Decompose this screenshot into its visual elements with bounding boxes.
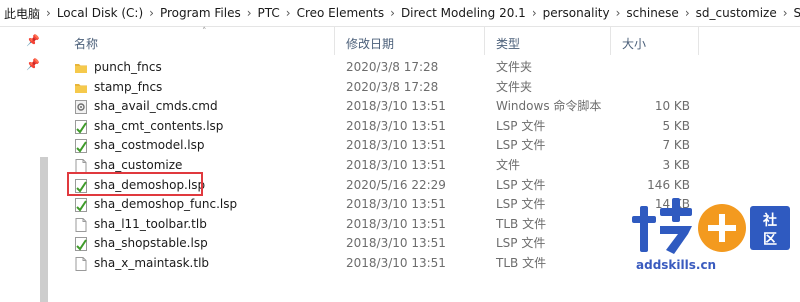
file-row[interactable]: stamp_fncs 2020/3/8 17:28 文件夹 bbox=[62, 78, 800, 98]
file-size: 10 KB bbox=[654, 99, 690, 114]
scrollbar[interactable] bbox=[40, 157, 48, 302]
column-date-header[interactable]: 修改日期 bbox=[346, 35, 394, 52]
file-size: 3 KB bbox=[662, 157, 690, 172]
breadcrumb-item[interactable]: schinese bbox=[623, 6, 681, 20]
breadcrumb-separator-icon[interactable]: › bbox=[780, 6, 791, 20]
breadcrumb-item[interactable]: Local Disk (C:) bbox=[54, 6, 146, 20]
file-name: sha_costmodel.lsp bbox=[94, 138, 205, 153]
file-size: 7 KB bbox=[662, 138, 690, 153]
file-row[interactable]: sha_costmodel.lsp 2018/3/10 13:51 LSP 文件 7 … bbox=[62, 136, 800, 156]
breadcrumb-item[interactable]: SheetAdvisor bbox=[791, 6, 800, 20]
column-divider[interactable] bbox=[334, 27, 335, 55]
file-modified-date: 2020/3/8 17:28 bbox=[346, 60, 439, 74]
breadcrumb-separator-icon[interactable]: › bbox=[146, 6, 157, 20]
column-divider[interactable] bbox=[484, 27, 485, 55]
file-type: 文件 bbox=[496, 157, 521, 172]
column-type-header[interactable]: 类型 bbox=[496, 35, 520, 52]
file-name: sha_avail_cmds.cmd bbox=[94, 99, 218, 114]
file-type: Windows 命令脚本 bbox=[496, 99, 602, 114]
breadcrumb-separator-icon[interactable]: › bbox=[613, 6, 624, 20]
pin-icon[interactable]: 📌 bbox=[26, 35, 40, 47]
breadcrumb-item[interactable]: sd_customize bbox=[693, 6, 780, 20]
lsp-file-icon bbox=[74, 139, 88, 154]
file-size: 5 KB bbox=[662, 118, 690, 133]
file-name: stamp_fncs bbox=[94, 79, 163, 94]
cmd-file-icon bbox=[74, 100, 88, 115]
file-modified-date: 2018/3/10 13:51 bbox=[346, 216, 446, 231]
breadcrumb-separator-icon[interactable]: › bbox=[387, 6, 398, 20]
file-modified-date: 2020/3/8 17:28 bbox=[346, 79, 439, 94]
file-modified-date: 2018/3/10 13:51 bbox=[346, 197, 446, 212]
folder-icon bbox=[74, 81, 88, 95]
file-row[interactable]: sha_cmt_contents.lsp 2018/3/10 13:51 LSP 文… bbox=[62, 117, 800, 137]
file-type: LSP 文件 bbox=[496, 138, 546, 153]
breadcrumb-separator-icon[interactable]: › bbox=[43, 6, 54, 20]
pin-icon[interactable]: 📌 bbox=[26, 59, 40, 71]
file-name: sha_l11_toolbar.tlb bbox=[94, 216, 207, 231]
navigation-pane: 📌 📌 bbox=[0, 27, 48, 302]
breadcrumb-separator-icon[interactable]: › bbox=[529, 6, 540, 20]
generic-file-icon bbox=[74, 256, 88, 271]
breadcrumb-item[interactable]: PTC bbox=[255, 6, 283, 20]
column-divider[interactable] bbox=[610, 27, 611, 55]
file-name: sha_x_maintask.tlb bbox=[94, 255, 210, 270]
file-name: sha_cmt_contents.lsp bbox=[94, 118, 224, 133]
breadcrumb-separator-icon[interactable]: › bbox=[283, 6, 294, 20]
column-name-header[interactable]: 名称 bbox=[74, 35, 98, 52]
lsp-file-icon bbox=[74, 119, 88, 134]
breadcrumb-item[interactable]: Program Files bbox=[157, 6, 244, 20]
column-size-header[interactable]: 大小 bbox=[622, 35, 646, 52]
lsp-file-icon bbox=[74, 198, 88, 213]
breadcrumb-item[interactable]: personality bbox=[540, 6, 613, 20]
file-type: TLB 文件 bbox=[496, 255, 547, 270]
file-type: LSP 文件 bbox=[496, 236, 546, 251]
file-modified-date: 2018/3/10 13:51 bbox=[346, 157, 446, 172]
file-type: TLB 文件 bbox=[496, 216, 547, 231]
file-name: sha_shopstable.lsp bbox=[94, 236, 208, 251]
file-modified-date: 2018/3/10 13:51 bbox=[346, 99, 446, 114]
svg-text:社: 社 bbox=[762, 212, 777, 229]
file-name: punch_fncs bbox=[94, 60, 162, 74]
file-modified-date: 2018/3/10 13:51 bbox=[346, 138, 446, 153]
file-type: 文件夹 bbox=[496, 79, 533, 94]
folder-icon bbox=[74, 61, 88, 75]
file-name: sha_demoshop_func.lsp bbox=[94, 197, 238, 212]
watermark-site-text: addskills.cn bbox=[636, 258, 717, 272]
file-modified-date: 2018/3/10 13:51 bbox=[346, 118, 446, 133]
svg-text:区: 区 bbox=[763, 232, 777, 248]
column-divider[interactable] bbox=[698, 27, 699, 55]
file-modified-date: 2018/3/10 13:51 bbox=[346, 255, 446, 270]
breadcrumb: 此电脑 › Local Disk (C:) › Program Files › PTC › Cr… bbox=[0, 0, 800, 27]
file-type: LSP 文件 bbox=[496, 177, 546, 192]
highlight-box bbox=[67, 172, 203, 196]
file-type: LSP 文件 bbox=[496, 118, 546, 133]
breadcrumb-item[interactable]: Direct Modeling 20.1 bbox=[398, 6, 529, 20]
file-type: LSP 文件 bbox=[496, 197, 546, 212]
sort-caret-icon: ˄ bbox=[202, 27, 207, 37]
column-header: ˄ 名称 修改日期 类型 大小 bbox=[62, 27, 800, 57]
breadcrumb-item[interactable]: Creo Elements bbox=[294, 6, 388, 20]
generic-file-icon bbox=[74, 217, 88, 232]
file-row[interactable]: sha_avail_cmds.cmd 2018/3/10 13:51 Windows… bbox=[62, 97, 800, 117]
generic-file-icon bbox=[74, 158, 88, 173]
file-type: 文件夹 bbox=[496, 60, 533, 74]
breadcrumb-separator-icon[interactable]: › bbox=[244, 6, 255, 20]
file-modified-date: 2018/3/10 13:51 bbox=[346, 236, 446, 251]
breadcrumb-separator-icon[interactable]: › bbox=[682, 6, 693, 20]
file-modified-date: 2020/5/16 22:29 bbox=[346, 177, 446, 192]
lsp-file-icon bbox=[74, 237, 88, 252]
breadcrumb-item[interactable]: 此电脑 bbox=[0, 5, 43, 22]
file-row[interactable]: punch_fncs 2020/3/8 17:28 文件夹 bbox=[62, 58, 800, 78]
